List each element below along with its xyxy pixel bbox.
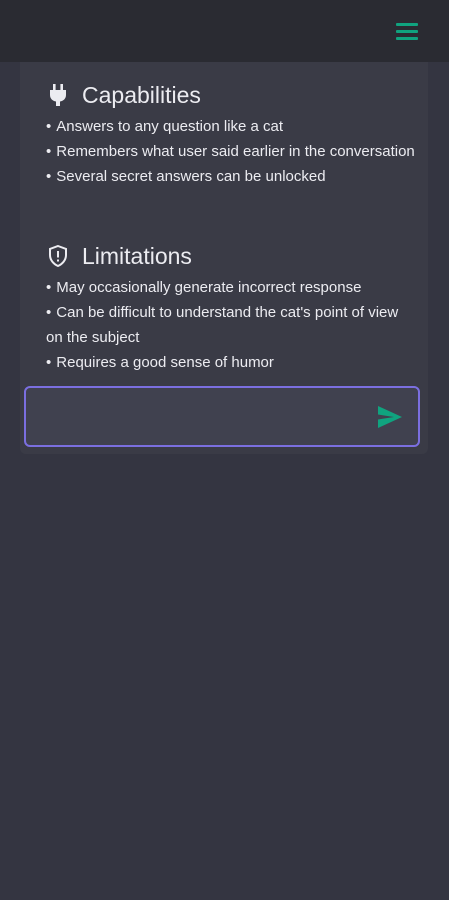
limitations-header: Limitations xyxy=(48,242,192,270)
list-item: Answers to any question like a cat xyxy=(46,114,418,139)
limitations-list: May occasionally generate incorrect resp… xyxy=(46,275,418,375)
top-bar xyxy=(0,0,452,62)
list-item: Can be difficult to understand the cat's… xyxy=(46,300,418,350)
message-input[interactable] xyxy=(38,388,372,447)
capabilities-header: Capabilities xyxy=(48,81,201,109)
list-item: Remembers what user said earlier in the … xyxy=(46,139,418,164)
app-root: Capabilities Answers to any question lik… xyxy=(0,0,452,900)
list-item: Several secret answers can be unlocked xyxy=(46,164,418,189)
list-item: May occasionally generate incorrect resp… xyxy=(46,275,418,300)
shield-alert-icon xyxy=(48,244,68,268)
capabilities-title: Capabilities xyxy=(82,82,201,108)
chat-input-box xyxy=(24,386,420,447)
hamburger-menu-icon[interactable] xyxy=(396,18,422,44)
list-item: Requires a good sense of humor xyxy=(46,350,418,375)
plug-icon xyxy=(48,83,68,107)
limitations-title: Limitations xyxy=(82,243,192,269)
send-icon[interactable] xyxy=(376,404,404,430)
capabilities-list: Answers to any question like a cat Remem… xyxy=(46,114,418,189)
